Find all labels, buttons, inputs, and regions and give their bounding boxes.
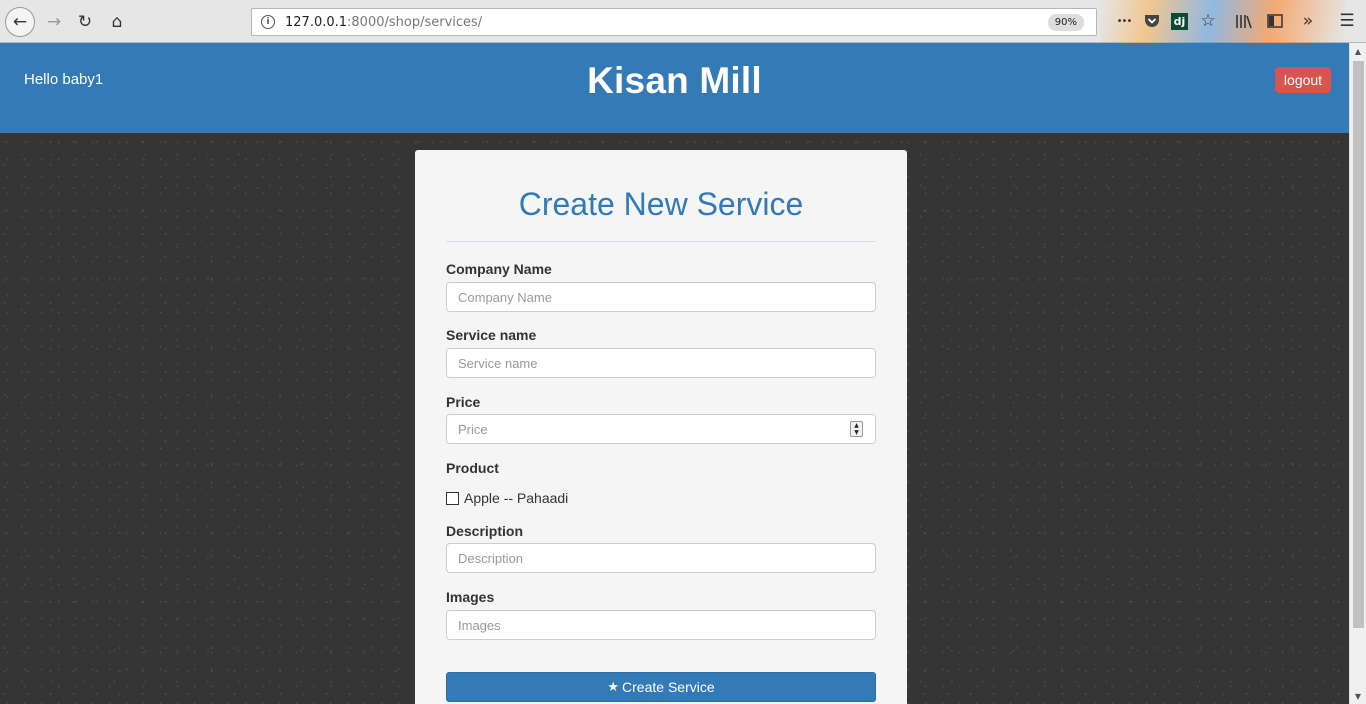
site-header: Hello baby1 Kisan Mill logout xyxy=(0,43,1349,133)
overflow-chevron-icon[interactable]: » xyxy=(1297,10,1319,32)
description-input[interactable] xyxy=(446,543,876,573)
hamburger-menu-icon[interactable]: ☰ xyxy=(1336,10,1358,32)
page-scrollbar[interactable]: ▲ ▼ xyxy=(1349,43,1366,704)
price-stepper-icon[interactable]: ▲ ▼ xyxy=(850,421,863,437)
scroll-up-icon[interactable]: ▲ xyxy=(1350,43,1366,59)
home-icon[interactable]: ⌂ xyxy=(103,8,131,36)
create-service-button[interactable]: ★ Create Service xyxy=(446,672,876,702)
product-checkbox[interactable] xyxy=(446,492,459,505)
site-title: Kisan Mill xyxy=(587,60,762,101)
url-path: :8000/shop/services/ xyxy=(347,14,483,30)
library-icon[interactable] xyxy=(1233,10,1255,32)
django-extension-icon[interactable]: dj xyxy=(1171,13,1188,30)
form-divider xyxy=(446,241,876,242)
zoom-level[interactable]: 90% xyxy=(1047,14,1084,31)
page-body: Hello baby1 Kisan Mill logout Create New… xyxy=(0,43,1349,704)
sidebar-toggle-icon[interactable] xyxy=(1264,10,1286,32)
logout-button[interactable]: logout xyxy=(1275,67,1331,93)
browser-toolbar: ← → ↻ ⌂ i 127.0.0.1:8000/shop/services/ … xyxy=(0,0,1366,43)
company-name-label: Company Name xyxy=(446,261,552,277)
info-icon[interactable]: i xyxy=(261,15,275,29)
scroll-down-icon[interactable]: ▼ xyxy=(1350,688,1366,704)
star-icon: ★ xyxy=(607,679,620,695)
price-input[interactable] xyxy=(446,414,876,444)
page-actions-menu-icon[interactable]: ••• xyxy=(1113,10,1135,32)
form-title: Create New Service xyxy=(518,186,804,222)
create-service-label: Create Service xyxy=(622,679,715,695)
url-host: 127.0.0.1 xyxy=(285,14,348,30)
images-input[interactable] xyxy=(446,610,876,640)
pocket-icon[interactable] xyxy=(1141,10,1163,32)
product-option-label[interactable]: Apple -- Pahaadi xyxy=(464,490,568,506)
back-arrow-icon[interactable]: ← xyxy=(5,7,35,37)
forward-arrow-icon[interactable]: → xyxy=(40,8,68,36)
product-label: Product xyxy=(446,460,499,476)
reload-icon[interactable]: ↻ xyxy=(71,8,99,36)
address-bar[interactable]: i 127.0.0.1:8000/shop/services/ 90% xyxy=(251,8,1097,36)
scroll-thumb[interactable] xyxy=(1353,61,1364,628)
bookmark-star-icon[interactable]: ☆ xyxy=(1197,10,1219,32)
create-service-form: Create New Service Company Name Service … xyxy=(415,150,907,704)
images-label: Images xyxy=(446,589,495,605)
company-name-input[interactable] xyxy=(446,282,876,312)
service-name-label: Service name xyxy=(446,327,537,343)
service-name-input[interactable] xyxy=(446,348,876,378)
price-label: Price xyxy=(446,394,481,410)
description-label: Description xyxy=(446,523,524,539)
